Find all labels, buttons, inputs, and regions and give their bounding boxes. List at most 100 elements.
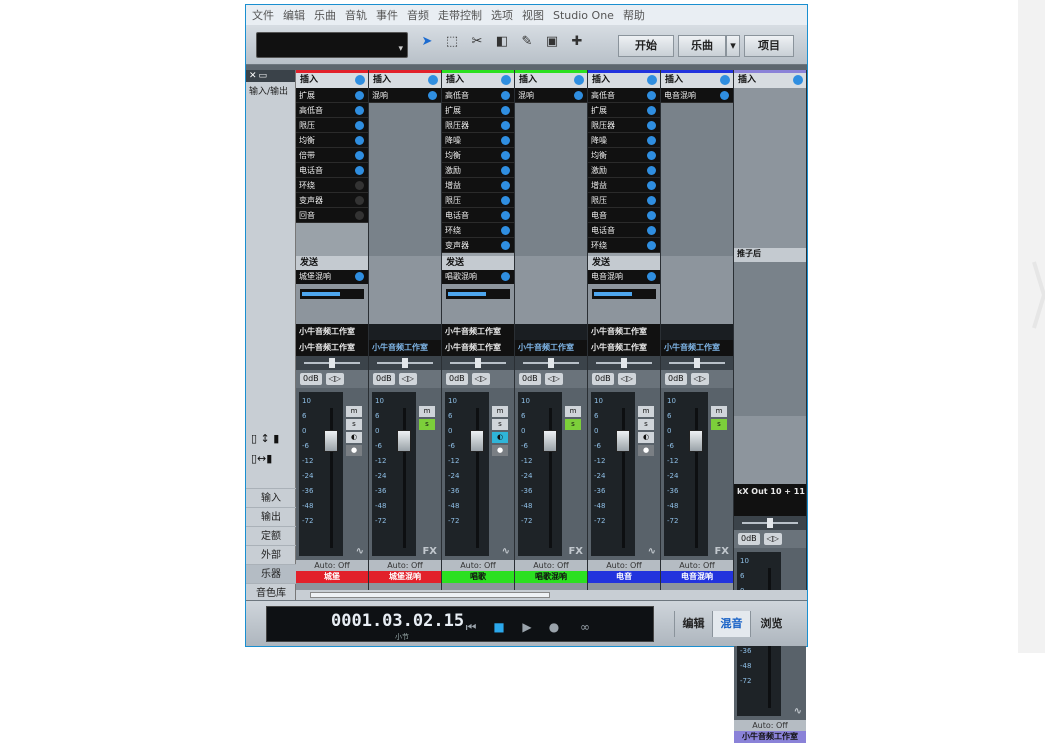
output-route-top[interactable] <box>369 324 441 340</box>
insert-slot[interactable]: 限压 <box>296 118 368 133</box>
start-button[interactable]: 开始 <box>618 35 674 57</box>
power-icon[interactable] <box>647 136 656 145</box>
insert-slot[interactable]: 倍带 <box>296 148 368 163</box>
next-arrow-icon[interactable] <box>1032 260 1045 330</box>
insert-slot[interactable]: 环绕 <box>588 238 660 253</box>
volume-fader[interactable] <box>689 430 703 452</box>
insert-header[interactable]: 插入 <box>515 73 587 88</box>
insert-slot[interactable]: 电音 <box>588 208 660 223</box>
insert-slot[interactable]: 激励 <box>588 163 660 178</box>
insert-slot[interactable]: 环绕 <box>442 223 514 238</box>
gain-value[interactable]: 0dB <box>738 533 760 545</box>
power-icon[interactable] <box>355 121 364 130</box>
mute-button[interactable]: m <box>492 406 508 417</box>
power-icon[interactable] <box>647 151 656 160</box>
pan-slider[interactable] <box>661 356 733 370</box>
power-icon[interactable] <box>428 91 437 100</box>
power-icon[interactable] <box>355 196 364 205</box>
send-slot[interactable]: 唱歌混响 <box>442 270 514 284</box>
insert-slot[interactable]: 电话音 <box>442 208 514 223</box>
insert-slot[interactable]: 扩展 <box>588 103 660 118</box>
mute-button[interactable]: m <box>419 406 435 417</box>
power-icon[interactable] <box>501 75 511 85</box>
pan-slider[interactable] <box>369 356 441 370</box>
insert-slot[interactable]: 均衡 <box>296 133 368 148</box>
insert-slot[interactable]: 限压器 <box>442 118 514 133</box>
insert-slot[interactable]: 限压 <box>442 193 514 208</box>
insert-header[interactable]: 插入 <box>296 73 368 88</box>
browse-view-button[interactable]: 浏览 <box>750 611 792 637</box>
insert-slot[interactable]: 增益 <box>442 178 514 193</box>
channel-name[interactable]: 城堡混响 <box>369 571 441 583</box>
power-icon[interactable] <box>647 106 656 115</box>
power-icon[interactable] <box>647 121 656 130</box>
send-level-slider[interactable] <box>446 289 510 299</box>
horizontal-resize-icon[interactable]: ▯↔▮ <box>251 452 272 465</box>
pan-slider[interactable] <box>442 356 514 370</box>
pan-slider[interactable] <box>588 356 660 370</box>
power-icon[interactable] <box>501 136 510 145</box>
stereo-link-icon[interactable]: ◁▷ <box>398 373 417 385</box>
power-icon[interactable] <box>647 226 656 235</box>
listen-tool-icon[interactable]: ✚ <box>568 33 586 51</box>
nav-item-output[interactable]: 输出 <box>246 507 296 526</box>
insert-slot[interactable]: 电音混响 <box>661 88 733 103</box>
output-route-bottom[interactable]: 小牛音频工作室 <box>588 340 660 356</box>
power-icon[interactable] <box>647 241 656 250</box>
menu-item-help[interactable]: 帮助 <box>623 7 645 23</box>
eraser-tool-icon[interactable]: ◧ <box>493 33 511 51</box>
channel-name[interactable]: 唱歌混响 <box>515 571 587 583</box>
output-route-bottom[interactable]: 小牛音频工作室 <box>515 340 587 356</box>
insert-header[interactable]: 插入 <box>369 73 441 88</box>
gain-value[interactable]: 0dB <box>373 373 395 385</box>
power-icon[interactable] <box>647 272 656 281</box>
output-route-top[interactable]: kX Out 10 + 11 <box>734 484 806 500</box>
scroll-thumb[interactable] <box>310 592 550 598</box>
insert-slot[interactable]: 限压 <box>588 193 660 208</box>
power-icon[interactable] <box>355 272 364 281</box>
sends-header[interactable]: 发送 <box>296 256 368 270</box>
power-icon[interactable] <box>355 91 364 100</box>
power-icon[interactable] <box>647 181 656 190</box>
monitor-button[interactable]: ◐ <box>346 432 362 443</box>
monitor-button[interactable]: ◐ <box>638 432 654 443</box>
send-level-slider[interactable] <box>592 289 656 299</box>
power-icon[interactable] <box>501 211 510 220</box>
channel-name[interactable]: 电音 <box>588 571 660 583</box>
horizontal-scrollbar[interactable] <box>296 590 807 600</box>
gain-value[interactable]: 0dB <box>592 373 614 385</box>
power-icon[interactable] <box>647 166 656 175</box>
paint-tool-icon[interactable]: ✎ <box>518 33 536 51</box>
gain-value[interactable]: 0dB <box>519 373 541 385</box>
power-icon[interactable] <box>501 196 510 205</box>
volume-fader[interactable] <box>324 430 338 452</box>
insert-slot[interactable]: 均衡 <box>588 148 660 163</box>
power-icon[interactable] <box>501 181 510 190</box>
menu-item-options[interactable]: 选项 <box>491 7 513 23</box>
insert-slot[interactable]: 激励 <box>442 163 514 178</box>
solo-button[interactable]: s <box>711 419 727 430</box>
insert-slot[interactable]: 混响 <box>369 88 441 103</box>
automation-mode[interactable]: Auto: Off <box>442 560 514 571</box>
stereo-link-icon[interactable]: ◁▷ <box>690 373 709 385</box>
mute-button[interactable]: m <box>638 406 654 417</box>
power-icon[interactable] <box>355 151 364 160</box>
insert-slot[interactable]: 回音 <box>296 208 368 223</box>
insert-slot[interactable]: 限压器 <box>588 118 660 133</box>
record-icon[interactable]: ● <box>544 619 564 635</box>
automation-mode[interactable]: Auto: Off <box>296 560 368 571</box>
menu-item-view[interactable]: 视图 <box>522 7 544 23</box>
output-route-top[interactable]: 小牛音频工作室 <box>442 324 514 340</box>
mute-button[interactable]: m <box>711 406 727 417</box>
output-route-bottom[interactable]: 小牛音频工作室 <box>296 340 368 356</box>
song-selector[interactable]: ▾ <box>256 32 408 58</box>
record-arm-button[interactable]: ● <box>638 445 654 456</box>
output-route-top[interactable]: 小牛音频工作室 <box>296 324 368 340</box>
song-menu-chevron-icon[interactable]: ▾ <box>726 35 740 57</box>
power-icon[interactable] <box>501 166 510 175</box>
project-button[interactable]: 项目 <box>744 35 794 57</box>
menu-item-event[interactable]: 事件 <box>376 7 398 23</box>
power-icon[interactable] <box>501 91 510 100</box>
output-route-top[interactable]: 小牛音频工作室 <box>588 324 660 340</box>
insert-header[interactable]: 插入 <box>734 73 806 88</box>
